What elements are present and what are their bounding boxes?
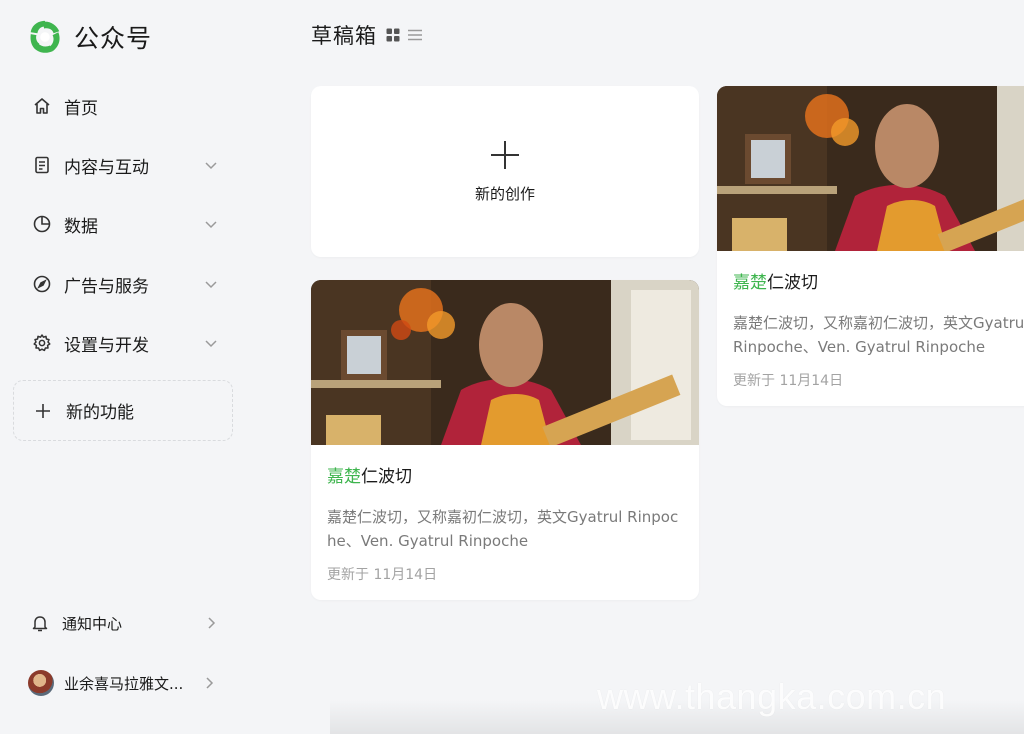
grid-view-icon[interactable] (385, 27, 401, 43)
brand-name: 公众号 (74, 24, 153, 53)
article-description: 嘉楚仁波切，又称嘉初仁波切，英文Gyatrul Rinpoche、Ven. Gy… (327, 508, 679, 550)
article-description: 嘉楚仁波切，又称嘉初仁波切，英文Gyatrul Rinpoche、Ven. Gy… (733, 314, 1024, 356)
new-feature-label: 新的功能 (66, 403, 134, 423)
sidebar-item-label: 广告与服务 (64, 276, 149, 297)
sidebar-item-home[interactable]: 首页 (32, 86, 218, 126)
article-updated-date: 更新于 11月14日 (733, 373, 844, 389)
article-title: 嘉楚仁波切 (733, 268, 1024, 293)
sidebar-item-content-interaction[interactable]: 内容与互动 (32, 145, 218, 185)
brand[interactable]: 公众号 (26, 18, 152, 56)
sidebar-item-label: 数据 (64, 216, 98, 237)
account-menu[interactable]: 业余喜马拉雅文... (28, 665, 216, 701)
article-updated-date: 更新于 11月14日 (327, 567, 438, 583)
sidebar-item-settings-dev[interactable]: 设置与开发 (32, 323, 218, 363)
sidebar-item-data[interactable]: 数据 (32, 204, 218, 244)
article-cover-image (717, 86, 1024, 251)
sidebar-item-ads-services[interactable]: 广告与服务 (32, 264, 218, 304)
watermark-text: www.thangka.com.cn (597, 676, 947, 717)
chevron-down-icon[interactable] (204, 277, 218, 291)
chevron-down-icon[interactable] (204, 336, 218, 350)
plus-icon (33, 401, 53, 421)
article-cover-image (311, 280, 699, 445)
compass-icon (32, 274, 52, 294)
chevron-right-icon (204, 616, 218, 630)
chevron-down-icon[interactable] (204, 158, 218, 172)
new-creation-card[interactable]: 新的创作 (311, 86, 699, 257)
chevron-right-icon (202, 676, 216, 690)
draft-article-card[interactable]: 嘉楚仁波切 嘉楚仁波切，又称嘉初仁波切，英文Gyatrul Rinpoche、V… (717, 86, 1024, 406)
sidebar-item-label: 内容与互动 (64, 157, 149, 178)
bell-icon (30, 613, 50, 633)
draft-article-card[interactable]: 嘉楚仁波切 嘉楚仁波切，又称嘉初仁波切，英文Gyatrul Rinpoche、V… (311, 280, 699, 600)
sidebar-item-label: 设置与开发 (64, 335, 149, 356)
article-title-highlight: 嘉楚 (327, 467, 361, 487)
document-icon (32, 155, 52, 175)
plus-icon (491, 141, 519, 169)
account-name: 业余喜马拉雅文... (64, 674, 184, 693)
article-title-highlight: 嘉楚 (733, 273, 767, 293)
sidebar: 公众号 首页 内容与互动 数据 广告与服务 设置与开发 新的功能 通知中心 业余… (0, 0, 250, 734)
notification-center[interactable]: 通知中心 (30, 605, 218, 641)
page-title: 草稿箱 (311, 24, 377, 48)
article-title-rest: 仁波切 (361, 467, 412, 487)
page-header: 草稿箱 (311, 20, 423, 50)
home-icon (32, 96, 52, 116)
article-title-rest: 仁波切 (767, 273, 818, 293)
gear-icon (32, 333, 52, 353)
new-feature-button[interactable]: 新的功能 (13, 380, 233, 441)
notification-center-label: 通知中心 (62, 614, 123, 633)
list-view-icon[interactable] (407, 27, 423, 43)
wechat-official-account-logo-icon (30, 20, 60, 53)
sidebar-item-label: 首页 (64, 98, 98, 119)
chevron-down-icon[interactable] (204, 217, 218, 231)
pie-chart-icon (32, 214, 52, 234)
avatar (28, 670, 54, 696)
view-toggle (385, 27, 423, 43)
new-creation-label: 新的创作 (474, 185, 535, 203)
article-title: 嘉楚仁波切 (327, 462, 683, 487)
